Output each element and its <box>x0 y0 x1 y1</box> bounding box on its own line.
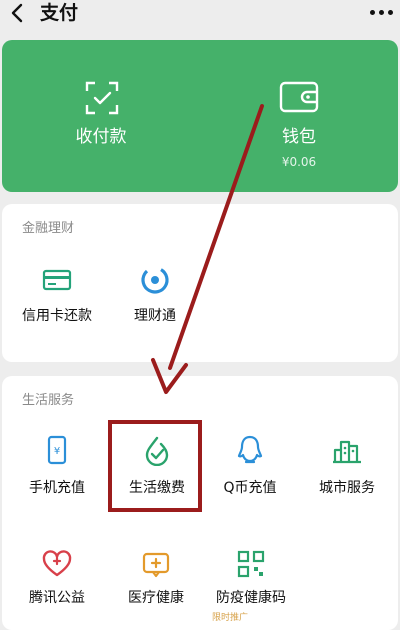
q-coin-item[interactable]: Q币充值 <box>200 432 300 512</box>
city-service-item[interactable]: 城市服务 <box>297 432 397 512</box>
medical-icon <box>142 552 170 578</box>
more-icon[interactable] <box>370 10 394 16</box>
wallet-label: 钱包 <box>282 127 316 147</box>
licaitong-item[interactable]: 理财通 <box>105 262 205 342</box>
city-icon <box>333 440 361 464</box>
health-code-label: 防疫健康码 <box>216 590 286 606</box>
wallet-balance: ¥0.06 <box>281 155 317 169</box>
phone-icon: ¥ <box>47 435 67 465</box>
q-coin-label: Q币充值 <box>223 480 277 496</box>
medical-health-label: 医疗健康 <box>128 590 184 606</box>
tencent-charity-item[interactable]: 腾讯公益 <box>7 546 107 626</box>
svg-text:¥: ¥ <box>54 446 60 457</box>
credit-card-label: 信用卡还款 <box>22 308 92 324</box>
page-title: 支付 <box>40 2 79 24</box>
collect-pay-label: 收付款 <box>75 127 127 147</box>
city-service-label: 城市服务 <box>319 480 375 496</box>
wealth-icon <box>141 266 169 294</box>
wallet-card: 收付款 钱包 ¥0.06 <box>2 40 398 192</box>
credit-card-repay-item[interactable]: 信用卡还款 <box>7 262 107 342</box>
collect-pay-button[interactable]: 收付款 <box>2 40 200 192</box>
wallet-button[interactable]: 钱包 ¥0.06 <box>200 40 398 192</box>
promo-note: 限时推广 <box>211 613 248 623</box>
qr-code-icon <box>237 550 265 578</box>
scan-check-icon <box>85 81 119 115</box>
wallet-icon <box>279 81 319 113</box>
finance-title: 金融理财 <box>22 221 75 236</box>
finance-section: 金融理财 信用卡还款 理财通 <box>2 204 398 362</box>
nav-bar: 支付 <box>0 0 400 30</box>
phone-topup-item[interactable]: ¥ 手机充值 <box>7 432 107 512</box>
tencent-charity-label: 腾讯公益 <box>29 590 85 606</box>
licaitong-label: 理财通 <box>134 308 176 324</box>
heart-icon <box>42 550 72 577</box>
phone-topup-label: 手机充值 <box>29 480 85 496</box>
life-services-title: 生活服务 <box>22 393 75 408</box>
highlight-box <box>108 420 202 512</box>
credit-card-icon <box>42 269 72 291</box>
qq-penguin-icon <box>237 435 263 464</box>
back-arrow-icon[interactable] <box>4 0 32 28</box>
